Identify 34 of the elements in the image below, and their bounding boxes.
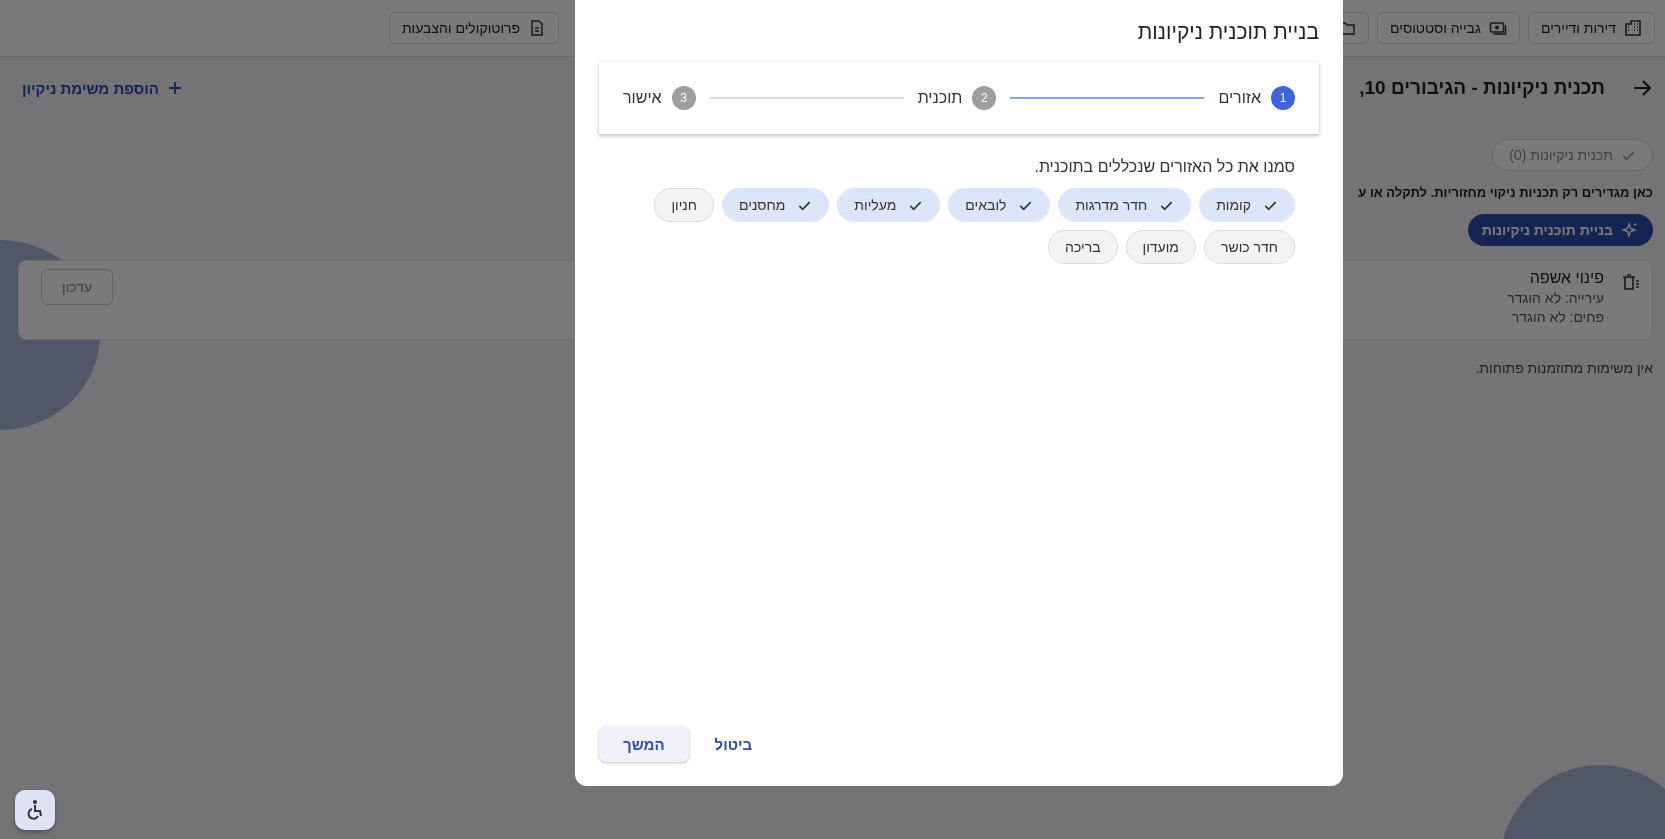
area-chip[interactable]: מועדון: [1125, 230, 1196, 264]
area-chip[interactable]: בריכה: [1048, 230, 1118, 264]
task-detail: עירייה: לא הוגדר: [1507, 290, 1604, 306]
step-number: 3: [671, 86, 696, 110]
area-chip[interactable]: מחסנים: [722, 188, 830, 222]
cash-icon: [1488, 19, 1507, 37]
area-chip[interactable]: חדר כושר: [1203, 230, 1295, 264]
area-chip[interactable]: קומות: [1199, 188, 1295, 222]
empty-message: אין משימות מתוזמנות פתוחות.: [1475, 360, 1653, 376]
nav-button[interactable]: דירות ודיירים: [1527, 12, 1655, 44]
accessibility-button[interactable]: [15, 790, 55, 830]
area-chip[interactable]: חדר מדרגות: [1058, 188, 1192, 222]
task-title: פינוי אשפה: [1528, 269, 1604, 287]
step-number: 1: [1271, 86, 1295, 110]
step-label: תוכנית: [917, 89, 963, 107]
continue-button[interactable]: המשך: [599, 726, 689, 762]
nav-button[interactable]: פרוטוקולים והצבעות: [388, 12, 560, 44]
cancel-button[interactable]: ביטול: [694, 726, 773, 762]
area-chip[interactable]: חניון: [654, 188, 715, 222]
page-title: תכנית ניקיונות - הגיבורים 10,: [1359, 77, 1605, 99]
area-chip[interactable]: לובאים: [948, 188, 1051, 222]
notice-text: כאן מגדירים רק תכניות ניקוי מחזוריות. לתקלה או ע: [1358, 185, 1653, 200]
building-icon: [1624, 19, 1642, 37]
dialog-title: בניית תוכנית ניקיונות: [1136, 20, 1319, 44]
task-detail: פחים: לא הוגדר: [1510, 309, 1604, 325]
wheelchair-icon: [25, 799, 45, 821]
step-label: אישור: [623, 89, 662, 107]
area-chip[interactable]: מעליות: [837, 188, 941, 222]
nav-button[interactable]: גבייה וסטטוסים: [1377, 12, 1520, 44]
step-label: אזורים: [1218, 89, 1261, 107]
sparkle-icon: [1621, 221, 1639, 239]
instruction-text: סמנו את כל האזורים שנכללים בתוכנית.: [1033, 158, 1295, 176]
step-number: 2: [972, 86, 997, 110]
plus-icon: [166, 80, 183, 96]
